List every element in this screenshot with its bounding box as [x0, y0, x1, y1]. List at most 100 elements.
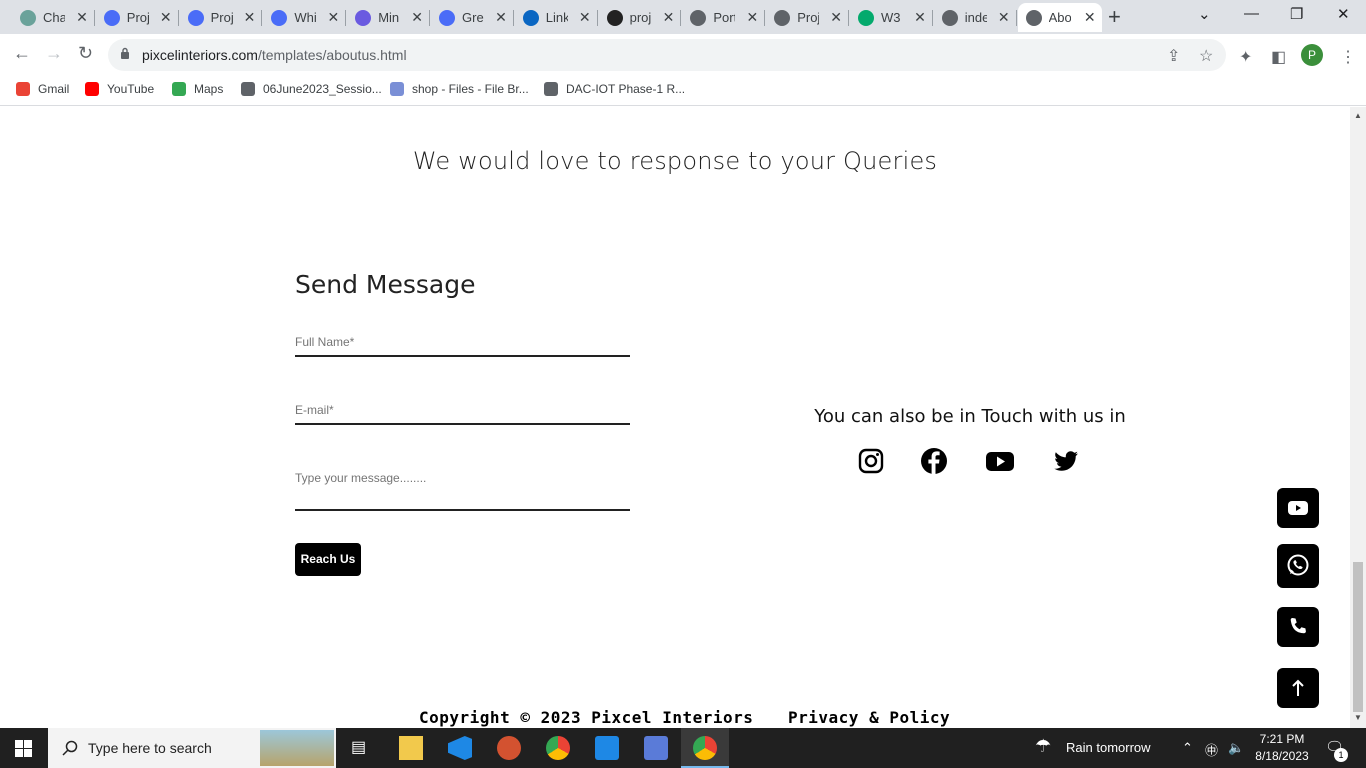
windows-start-icon[interactable]: [15, 740, 32, 757]
scrollbar-thumb[interactable]: [1353, 562, 1363, 712]
vscode-icon[interactable]: [448, 736, 472, 760]
new-tab-button[interactable]: +: [1108, 4, 1121, 30]
instagram-icon[interactable]: [857, 447, 885, 475]
taskbar-clock[interactable]: 7:21 PM 8/18/2023: [1252, 731, 1312, 765]
browser-toolbar: ← → ↻ pixcelinteriors.com/templates/abou…: [0, 34, 1366, 76]
tab-search-chevron-icon[interactable]: ⌄: [1198, 5, 1211, 23]
bookmark-item[interactable]: shop - Files - File Br...: [390, 82, 529, 96]
tab-separator: [931, 10, 933, 26]
tab-close-icon[interactable]: ✕: [746, 9, 758, 26]
bookmark-star-icon[interactable]: ☆: [1199, 46, 1213, 66]
whatsapp-icon: [1287, 554, 1309, 576]
tab-favicon-icon: [690, 9, 707, 26]
active-chrome-taskbar-item[interactable]: [681, 728, 729, 768]
bookmark-label: DAC-IOT Phase-1 R...: [566, 82, 686, 96]
tab-label: W3: [881, 10, 901, 25]
bookmark-item[interactable]: YouTube: [85, 82, 154, 96]
tab-close-icon[interactable]: ✕: [914, 9, 926, 26]
youtube-icon[interactable]: [985, 447, 1015, 475]
tab-favicon-icon: [439, 9, 455, 26]
tab-close-icon[interactable]: ✕: [411, 9, 423, 26]
chrome-icon[interactable]: [546, 736, 570, 760]
tab-close-icon[interactable]: ✕: [160, 9, 172, 26]
show-hidden-icons-chevron-icon[interactable]: ⌃: [1182, 740, 1193, 756]
tab-close-icon[interactable]: ✕: [244, 9, 256, 26]
browser-tab[interactable]: Port ✕: [682, 3, 766, 32]
floating-youtube-button[interactable]: [1277, 488, 1319, 528]
tab-close-icon[interactable]: ✕: [663, 9, 675, 26]
back-arrow-icon[interactable]: ←: [13, 43, 31, 64]
email-input[interactable]: [295, 403, 630, 417]
reach-us-button[interactable]: Reach Us: [295, 543, 361, 576]
page-scrollbar[interactable]: ▲ ▼: [1350, 107, 1366, 728]
browser-tab[interactable]: Whi ✕: [263, 3, 347, 32]
ime-language-icon[interactable]: ㊥: [1205, 740, 1218, 759]
browser-tab[interactable]: W3 ✕: [850, 3, 933, 32]
tab-separator: [596, 10, 598, 26]
full-name-input[interactable]: [295, 335, 630, 349]
tab-close-icon[interactable]: ✕: [998, 9, 1010, 26]
tab-close-icon[interactable]: ✕: [1084, 9, 1096, 26]
browser-tab[interactable]: proj ✕: [599, 3, 682, 32]
tab-separator: [345, 10, 347, 26]
email-field[interactable]: [295, 403, 630, 425]
browser-tab[interactable]: Abo ✕: [1017, 3, 1102, 32]
taskbar-search-box[interactable]: Type here to search: [48, 728, 336, 768]
browser-tab[interactable]: Gre ✕: [431, 3, 514, 32]
address-bar[interactable]: pixcelinteriors.com/templates/aboutus.ht…: [108, 39, 1226, 71]
clock-time: 7:21 PM: [1259, 732, 1305, 746]
browser-tab[interactable]: Proj ✕: [96, 3, 179, 32]
task-view-icon[interactable]: ▤: [351, 737, 366, 757]
browser-tab[interactable]: Cha ✕: [12, 3, 95, 32]
weather-text[interactable]: Rain tomorrow: [1066, 740, 1151, 755]
maximize-button[interactable]: ❐: [1290, 5, 1303, 23]
bookmarks-bar: Gmail YouTube Maps 06June2023_Sessio... shop…: [0, 76, 1366, 106]
page-headline: We would love to response to your Querie…: [412, 147, 938, 175]
bookmark-item[interactable]: Gmail: [16, 82, 69, 96]
browser-tab[interactable]: inde ✕: [934, 3, 1017, 32]
reload-icon[interactable]: ↻: [78, 43, 93, 64]
tab-favicon-icon: [522, 9, 539, 26]
footer-privacy-link[interactable]: Privacy & Policy: [788, 708, 950, 727]
bookmark-label: YouTube: [107, 82, 155, 96]
network-app-icon[interactable]: [644, 736, 668, 760]
scroll-down-arrow-icon[interactable]: ▼: [1354, 713, 1362, 722]
bookmark-item[interactable]: DAC-IOT Phase-1 R...: [544, 82, 685, 96]
powerpoint-icon[interactable]: [497, 736, 521, 760]
close-window-button[interactable]: ✕: [1337, 5, 1350, 23]
message-field[interactable]: [295, 471, 630, 511]
tab-close-icon[interactable]: ✕: [76, 9, 88, 26]
tab-close-icon[interactable]: ✕: [830, 9, 842, 26]
side-panel-icon[interactable]: ◧: [1271, 47, 1286, 67]
twitter-icon[interactable]: [1052, 447, 1080, 475]
tab-close-icon[interactable]: ✕: [495, 9, 507, 26]
bookmark-item[interactable]: Maps: [172, 82, 223, 96]
tab-favicon-icon: [20, 9, 36, 26]
facebook-icon[interactable]: [920, 447, 948, 475]
tab-bar: Cha ✕ Proj ✕ Proj ✕ Whi ✕ Min ✕ Gre ✕ Link ✕ proj ✕ Port…: [0, 0, 1366, 34]
browser-tab[interactable]: Min ✕: [347, 3, 430, 32]
browser-tab[interactable]: Proj ✕: [180, 3, 263, 32]
full-name-field[interactable]: [295, 335, 630, 357]
menu-kebab-icon[interactable]: ⋮: [1340, 47, 1356, 67]
tab-close-icon[interactable]: ✕: [327, 9, 339, 26]
share-icon[interactable]: ⇪: [1167, 46, 1180, 66]
tab-close-icon[interactable]: ✕: [579, 9, 591, 26]
browser-tab[interactable]: Link ✕: [515, 3, 598, 32]
volume-icon[interactable]: 🔈: [1228, 740, 1244, 756]
vc-app-icon[interactable]: [595, 736, 619, 760]
scroll-up-arrow-icon[interactable]: ▲: [1354, 111, 1362, 120]
browser-tab[interactable]: Proj ✕: [766, 3, 849, 32]
bookmark-item[interactable]: 06June2023_Sessio...: [241, 82, 382, 96]
floating-phone-button[interactable]: [1277, 607, 1319, 647]
message-textarea[interactable]: [295, 471, 630, 499]
extensions-puzzle-icon[interactable]: ✦: [1239, 47, 1252, 67]
minimize-button[interactable]: —: [1244, 5, 1259, 22]
floating-whatsapp-button[interactable]: [1277, 544, 1319, 588]
file-explorer-icon[interactable]: [399, 736, 423, 760]
forward-arrow-icon[interactable]: →: [45, 43, 63, 64]
bookmark-favicon-icon: [544, 82, 558, 96]
bookmark-label: Maps: [194, 82, 224, 96]
profile-avatar[interactable]: P: [1301, 44, 1323, 66]
scroll-to-top-button[interactable]: [1277, 668, 1319, 708]
